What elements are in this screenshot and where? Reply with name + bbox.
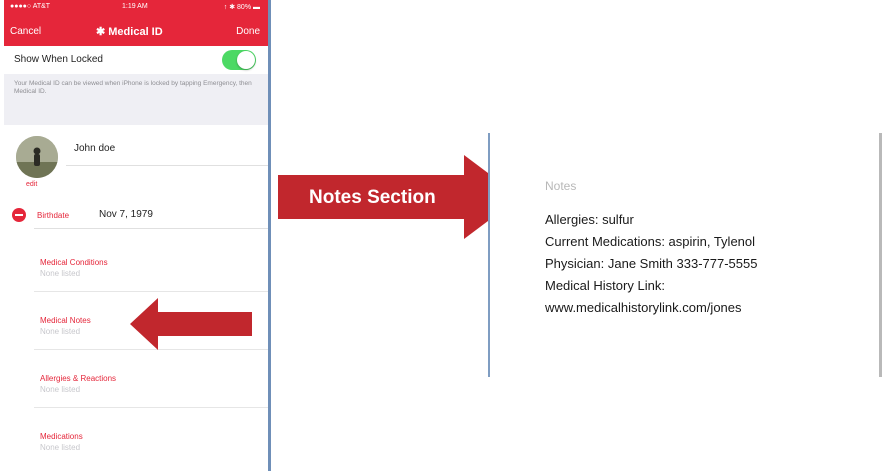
header-bar: ●●●●○ AT&T 1:19 AM ↑ ✱ 80% ▬ Cancel ✱ Me… <box>4 0 268 46</box>
birthdate-value[interactable]: Nov 7, 1979 <box>99 209 153 220</box>
name-field[interactable]: John doe <box>74 143 115 154</box>
show-when-locked-row: Show When Locked <box>4 46 268 74</box>
field-title: Medications <box>40 432 83 441</box>
carrier-signal: ●●●●○ AT&T <box>10 3 51 10</box>
done-button[interactable]: Done <box>236 26 260 37</box>
field-value: None listed <box>40 269 81 278</box>
divider <box>66 165 268 166</box>
edit-photo-link[interactable]: edit <box>26 181 37 188</box>
remove-birthdate-icon[interactable] <box>12 208 26 222</box>
arrow-left-icon <box>130 298 252 350</box>
field-title: Allergies & Reactions <box>40 374 117 383</box>
lock-screen-note: Your Medical ID can be viewed when iPhon… <box>14 80 252 95</box>
notes-line: Current Medications: aspirin, Tylenol <box>545 234 756 249</box>
notes-line: Physician: Jane Smith 333-777-5555 <box>545 256 758 271</box>
avatar[interactable] <box>16 136 58 178</box>
notes-line: www.medicalhistorylink.com/jones <box>545 300 742 315</box>
notes-text[interactable]: Allergies: sulfur Current Medications: a… <box>545 209 757 319</box>
divider <box>34 407 268 408</box>
page-title: ✱ Medical ID <box>96 26 163 38</box>
birthdate-label: Birthdate <box>37 211 70 220</box>
person-silhouette-icon <box>16 136 58 178</box>
medications-field[interactable]: Medications None listed <box>40 432 262 452</box>
field-value: None listed <box>40 385 81 394</box>
show-when-locked-label: Show When Locked <box>14 54 103 65</box>
notes-heading: Notes <box>545 179 577 193</box>
notes-section-callout-label: Notes Section <box>309 187 436 208</box>
show-when-locked-toggle[interactable] <box>222 50 256 70</box>
navigation-bar: Cancel ✱ Medical ID Done <box>4 20 268 44</box>
divider <box>34 291 268 292</box>
battery-indicator: ↑ ✱ 80% ▬ <box>223 4 260 11</box>
notes-line: Allergies: sulfur <box>545 212 634 227</box>
divider <box>34 228 268 229</box>
iphone-medical-id-screen: ●●●●○ AT&T 1:19 AM ↑ ✱ 80% ▬ Cancel ✱ Me… <box>4 0 271 471</box>
field-value: None listed <box>40 443 81 452</box>
toggle-knob <box>237 51 255 69</box>
status-bar: ●●●●○ AT&T 1:19 AM ↑ ✱ 80% ▬ <box>4 0 268 14</box>
notes-section-panel: Notes Allergies: sulfur Current Medicati… <box>488 133 882 377</box>
notes-line: Medical History Link: <box>545 278 665 293</box>
field-title: Medical Conditions <box>40 258 108 267</box>
medical-conditions-field[interactable]: Medical Conditions None listed <box>40 258 262 278</box>
cancel-button[interactable]: Cancel <box>10 26 41 37</box>
allergies-reactions-field[interactable]: Allergies & Reactions None listed <box>40 374 262 394</box>
status-time: 1:19 AM <box>122 3 148 10</box>
